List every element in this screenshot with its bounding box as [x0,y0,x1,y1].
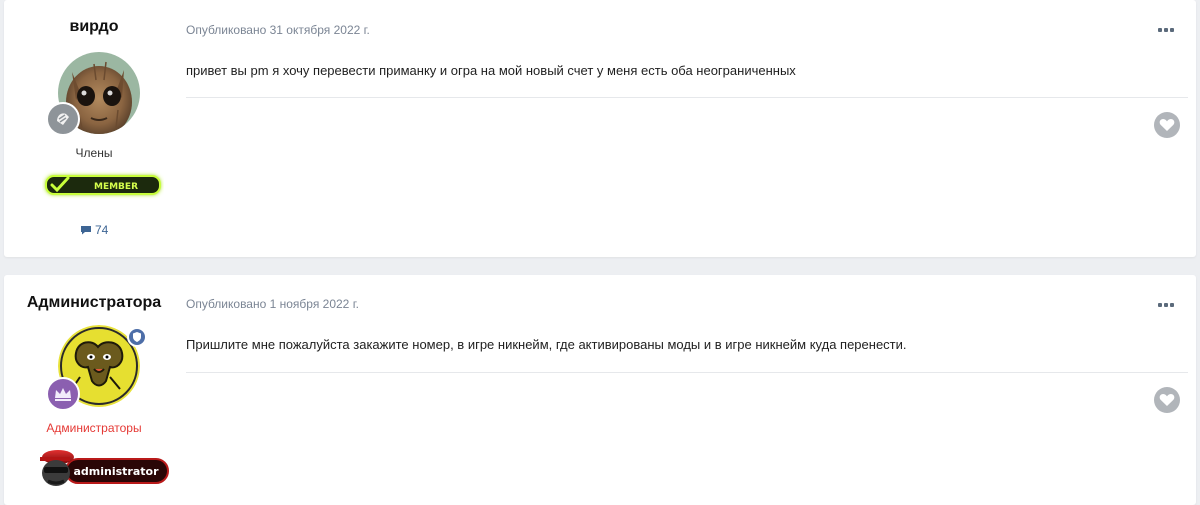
crown-icon [46,377,80,411]
more-options-icon [1158,303,1162,307]
post-content: Пришлите мне пожалуйста закажите номер, … [186,337,907,352]
badge-label: administrator [73,465,159,478]
post-count-value: 74 [94,223,109,237]
shield-icon [127,327,147,347]
like-button[interactable] [1154,387,1180,413]
more-options-icon-dot [1170,28,1174,32]
more-options-button[interactable] [1158,26,1174,34]
rank-badge-icon [46,102,80,136]
divider [186,372,1188,373]
more-options-icon-dot [1164,303,1168,307]
author-column: Администратора Администраторы administra… [4,275,184,505]
comment-icon [80,223,95,237]
heart-icon [1159,119,1175,131]
group-title: Администраторы [46,421,142,435]
post-count[interactable]: 74 [4,223,184,237]
post-date[interactable]: Опубликовано 31 октября 2022 г. [186,23,370,37]
more-options-icon-dot [1170,303,1174,307]
more-options-button[interactable] [1158,301,1174,309]
member-badge: MEMBER [42,170,164,200]
post: Администратора Администраторы administra… [4,275,1196,505]
post-content: привет вы pm я хочу перевести приманку и… [186,63,796,78]
author-name[interactable]: вирдо [4,18,184,36]
heart-icon [1159,394,1175,406]
more-options-icon [1158,28,1162,32]
like-button[interactable] [1154,112,1180,138]
author-column: вирдо Члены MEMBER 74 [4,0,184,257]
author-name[interactable]: Администратора [4,294,184,312]
more-options-icon-dot [1164,28,1168,32]
badge-label: MEMBER [94,182,138,192]
administrator-badge: administrator [36,447,172,487]
post-date[interactable]: Опубликовано 1 ноября 2022 г. [186,297,359,311]
group-title: Члены [75,146,113,160]
divider [186,97,1188,98]
post: вирдо Члены MEMBER 74 Опубликовано 31 ок… [4,0,1196,257]
